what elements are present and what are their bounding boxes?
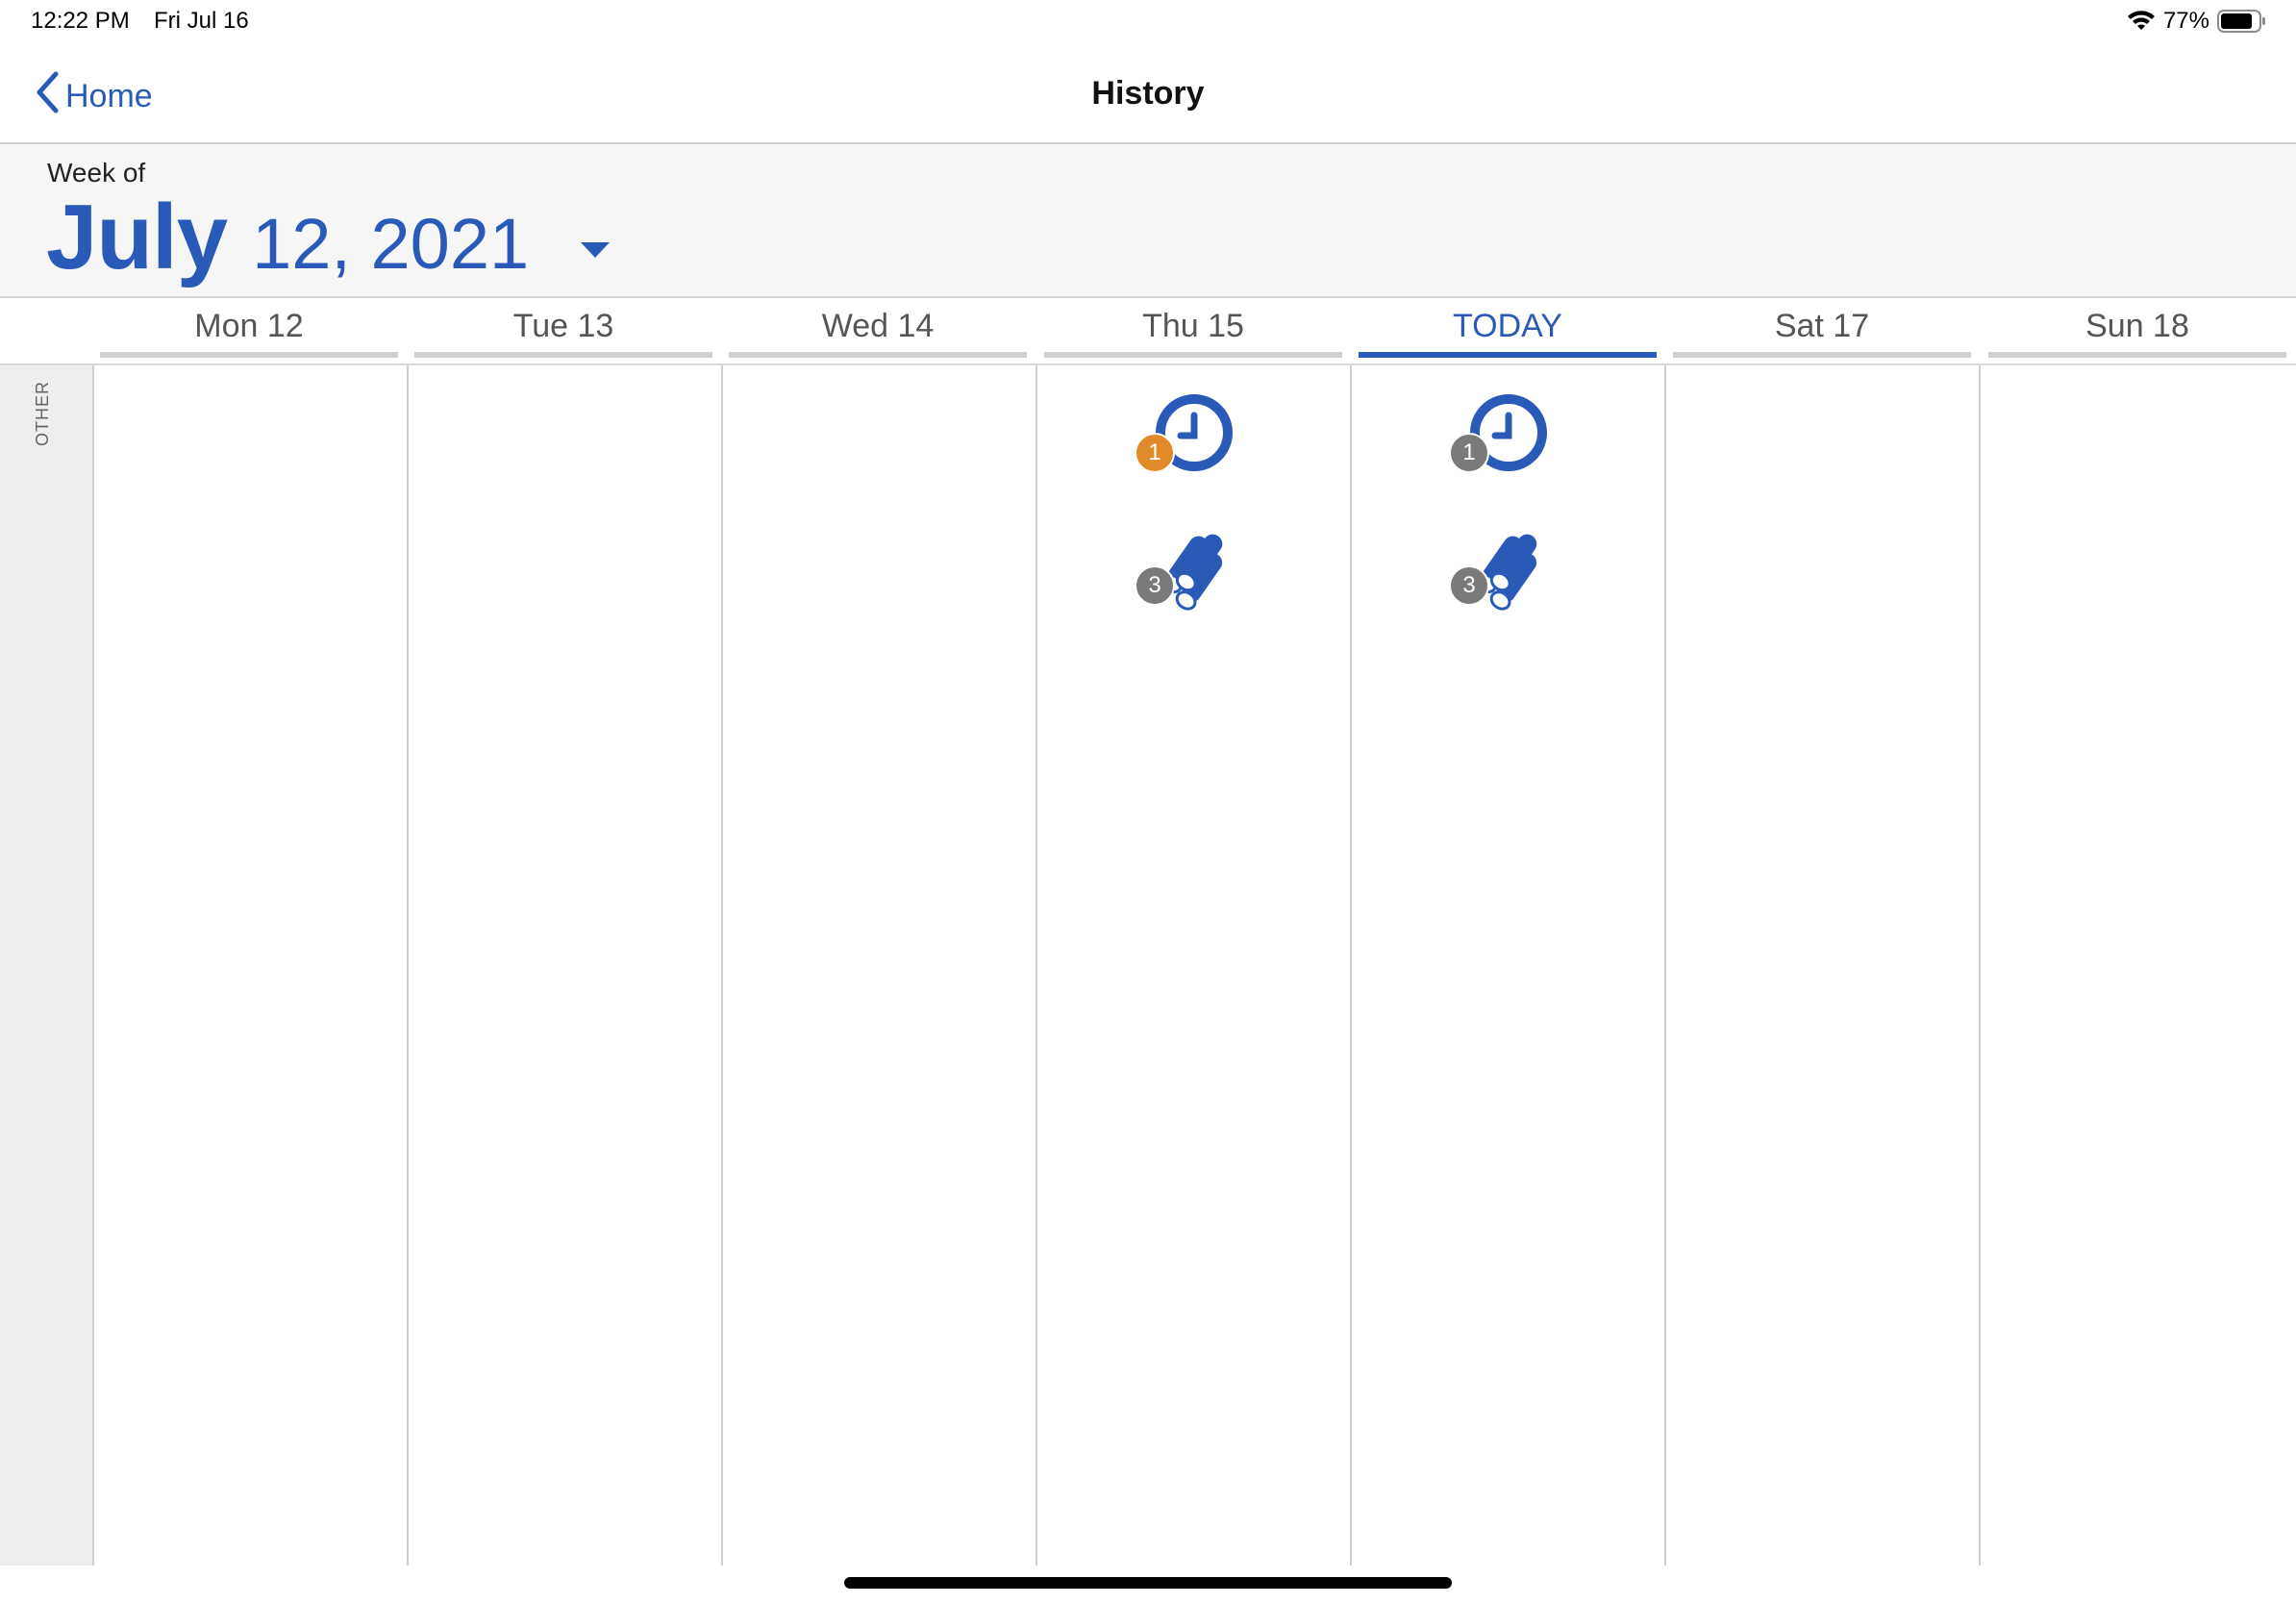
day-column-mon[interactable]	[94, 365, 409, 1566]
day-tab-label: Tue 13	[512, 308, 614, 344]
caret-down-icon[interactable]	[579, 240, 611, 264]
count-badge: 1	[1135, 433, 1175, 473]
day-tab-underline	[1673, 352, 1971, 358]
week-day-year: 12, 2021	[252, 204, 530, 284]
battery-icon	[2217, 10, 2267, 33]
day-tab-label: Sun 18	[2085, 308, 2189, 344]
day-tab-wed[interactable]: Wed 14	[729, 298, 1027, 358]
day-tab-today[interactable]: TODAY	[1359, 298, 1657, 358]
day-tab-tue[interactable]: Tue 13	[414, 298, 712, 358]
logs-event[interactable]: 3	[1135, 523, 1244, 629]
day-tabs: Mon 12 Tue 13 Wed 14 Thu 15 TODAY Sat 17…	[0, 298, 2296, 365]
day-column-wed[interactable]	[723, 365, 1037, 1566]
status-date: Fri Jul 16	[154, 8, 249, 34]
day-tab-underline	[100, 352, 398, 358]
day-tab-label: Wed 14	[821, 308, 935, 344]
day-tab-thu[interactable]: Thu 15	[1044, 298, 1342, 358]
category-column: OTHER	[0, 365, 94, 1566]
history-screen: 12:22 PM Fri Jul 16 77% Home History Wee…	[0, 0, 2296, 1604]
page-title: History	[1091, 75, 1205, 112]
day-tab-sun[interactable]: Sun 18	[1988, 298, 2286, 358]
day-tab-mon[interactable]: Mon 12	[100, 298, 398, 358]
day-tab-underline	[414, 352, 712, 358]
day-column-today[interactable]: 1 3	[1352, 365, 1666, 1566]
week-header: Week of July 12, 2021	[0, 144, 2296, 298]
logs-event[interactable]: 3	[1449, 523, 1559, 629]
day-tab-label: Mon 12	[194, 308, 304, 344]
day-tab-underline	[729, 352, 1027, 358]
status-bar: 12:22 PM Fri Jul 16 77%	[0, 0, 2296, 46]
day-tab-label: Thu 15	[1142, 308, 1244, 344]
count-badge: 1	[1449, 433, 1489, 473]
category-label: OTHER	[33, 381, 52, 446]
clock-event[interactable]: 1	[1449, 390, 1559, 496]
status-right: 77%	[2127, 8, 2267, 35]
status-time: 12:22 PM	[31, 8, 130, 34]
day-tab-label: Sat 17	[1774, 308, 1870, 344]
week-picker[interactable]: July 12, 2021	[46, 185, 611, 290]
day-tab-label: TODAY	[1453, 308, 1562, 344]
week-month: July	[46, 186, 228, 288]
day-column-sun[interactable]	[1981, 365, 2295, 1566]
day-tab-underline-selected	[1359, 352, 1657, 358]
battery-percent: 77%	[2162, 8, 2209, 34]
home-indicator[interactable]	[844, 1577, 1452, 1589]
day-tab-underline	[1044, 352, 1342, 358]
clock-event[interactable]: 1	[1135, 390, 1244, 496]
day-column-sat[interactable]	[1666, 365, 1981, 1566]
wifi-icon	[2127, 11, 2156, 32]
day-tab-sat[interactable]: Sat 17	[1673, 298, 1971, 358]
day-column-tue[interactable]	[409, 365, 723, 1566]
count-badge: 3	[1135, 565, 1175, 606]
navigation-bar: Home History	[0, 46, 2296, 144]
day-column-thu[interactable]: 1 3	[1037, 365, 1352, 1566]
count-badge: 3	[1449, 565, 1489, 606]
day-tab-underline	[1988, 352, 2286, 358]
week-grid: OTHER 1 3 1 3	[0, 365, 2296, 1566]
